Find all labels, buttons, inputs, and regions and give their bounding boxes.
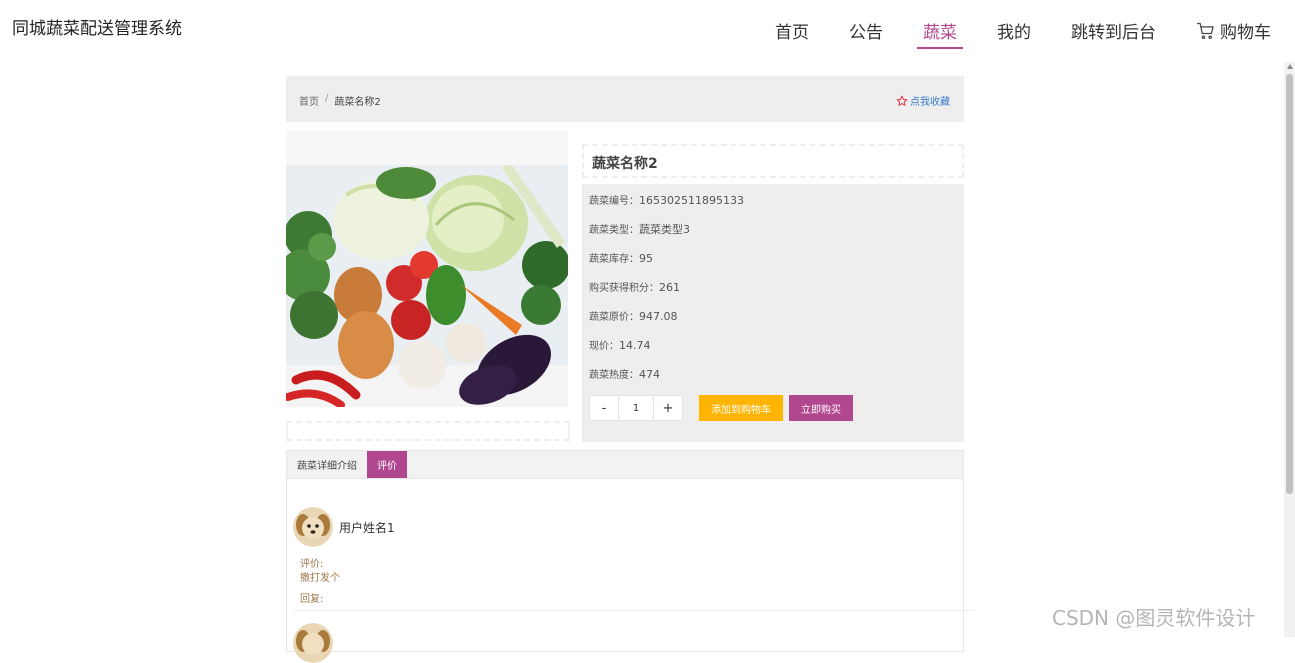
site-title: 同城蔬菜配送管理系统 bbox=[12, 19, 182, 39]
tab-review[interactable]: 评价 bbox=[367, 451, 407, 478]
info-label: 蔬菜原价： bbox=[589, 312, 639, 323]
review-divider bbox=[293, 610, 973, 611]
info-label: 现价： bbox=[589, 341, 619, 352]
tab-bar: 蔬菜详细介绍 评价 bbox=[287, 451, 963, 479]
breadcrumb-current: 蔬菜名称2 bbox=[334, 97, 381, 108]
buy-now-button[interactable]: 立即购买 bbox=[789, 395, 853, 421]
info-row-current-price: 现价： 14.74 bbox=[589, 337, 651, 352]
favorite-button[interactable]: 点我收藏 bbox=[896, 93, 950, 108]
quantity-decrease-button[interactable]: - bbox=[589, 395, 619, 421]
info-row-stock: 蔬菜库存： 95 bbox=[589, 250, 653, 265]
info-label: 蔬菜库存： bbox=[589, 254, 639, 265]
breadcrumb-separator: / bbox=[325, 93, 329, 104]
review-item: 用户姓名1 bbox=[293, 507, 395, 547]
review-content: 撒打发个 bbox=[300, 573, 340, 584]
breadcrumb-home[interactable]: 首页 bbox=[299, 93, 319, 108]
info-row-popularity: 蔬菜热度： 474 bbox=[589, 366, 660, 381]
avatar bbox=[293, 623, 333, 663]
product-info-panel: 蔬菜编号： 165302511895133 蔬菜类型： 蔬菜类型3 蔬菜库存： … bbox=[582, 184, 964, 442]
watermark: CSDN @图灵软件设计 bbox=[1052, 606, 1256, 630]
main-nav: 首页 公告 蔬菜 我的 跳转到后台 购物车 bbox=[769, 18, 1277, 49]
star-icon bbox=[896, 95, 908, 107]
info-label: 蔬菜编号： bbox=[589, 196, 639, 207]
scroll-up-arrow-icon[interactable] bbox=[1287, 64, 1293, 69]
info-row-code: 蔬菜编号： 165302511895133 bbox=[589, 192, 744, 207]
nav-notice[interactable]: 公告 bbox=[843, 18, 889, 49]
info-value: 14.74 bbox=[619, 339, 651, 352]
reply-label: 回复: bbox=[300, 594, 324, 605]
product-name: 蔬菜名称2 bbox=[592, 156, 658, 172]
breadcrumb: 首页 / 蔬菜名称2 bbox=[299, 93, 381, 108]
breadcrumb-bar: 首页 / 蔬菜名称2 点我收藏 bbox=[286, 76, 964, 122]
image-caption-box bbox=[286, 421, 570, 441]
info-label: 蔬菜类型： bbox=[589, 225, 639, 236]
add-to-cart-button[interactable]: 添加到购物车 bbox=[699, 395, 783, 421]
image-top-strip bbox=[286, 130, 568, 165]
quantity-increase-button[interactable]: + bbox=[653, 395, 683, 421]
info-value: 474 bbox=[639, 368, 660, 381]
info-value: 95 bbox=[639, 252, 653, 265]
info-value: 261 bbox=[659, 281, 680, 294]
product-name-box: 蔬菜名称2 bbox=[582, 144, 964, 178]
avatar bbox=[293, 507, 333, 547]
detail-tabs: 蔬菜详细介绍 评价 用户姓名1 评价: 撒打发个 回复: bbox=[286, 450, 973, 663]
nav-cart-label: 购物车 bbox=[1220, 23, 1271, 43]
info-row-original-price: 蔬菜原价： 947.08 bbox=[589, 308, 678, 323]
nav-cart[interactable]: 购物车 bbox=[1190, 18, 1277, 49]
shopping-cart-icon bbox=[1196, 21, 1216, 41]
nav-backend[interactable]: 跳转到后台 bbox=[1065, 18, 1162, 49]
info-value: 947.08 bbox=[639, 310, 678, 323]
favorite-label: 点我收藏 bbox=[910, 97, 950, 108]
info-row-type: 蔬菜类型： 蔬菜类型3 bbox=[589, 221, 690, 237]
nav-vegetables[interactable]: 蔬菜 bbox=[917, 18, 963, 49]
nav-home[interactable]: 首页 bbox=[769, 18, 815, 49]
product-image bbox=[286, 165, 568, 407]
info-value: 蔬菜类型3 bbox=[639, 223, 690, 236]
tab-detail[interactable]: 蔬菜详细介绍 bbox=[287, 451, 367, 478]
quantity-input[interactable]: 1 bbox=[619, 395, 653, 421]
review-label: 评价: bbox=[300, 559, 324, 570]
reviewer-name: 用户姓名1 bbox=[339, 521, 395, 535]
info-row-points: 购买获得积分： 261 bbox=[589, 279, 680, 294]
page-scrollbar[interactable] bbox=[1284, 62, 1295, 637]
nav-mine[interactable]: 我的 bbox=[991, 18, 1037, 49]
scrollbar-thumb[interactable] bbox=[1286, 74, 1293, 494]
info-label: 蔬菜热度： bbox=[589, 370, 639, 381]
info-label: 购买获得积分： bbox=[589, 283, 659, 294]
quantity-stepper: - 1 + bbox=[589, 395, 683, 421]
info-value: 165302511895133 bbox=[639, 194, 744, 207]
